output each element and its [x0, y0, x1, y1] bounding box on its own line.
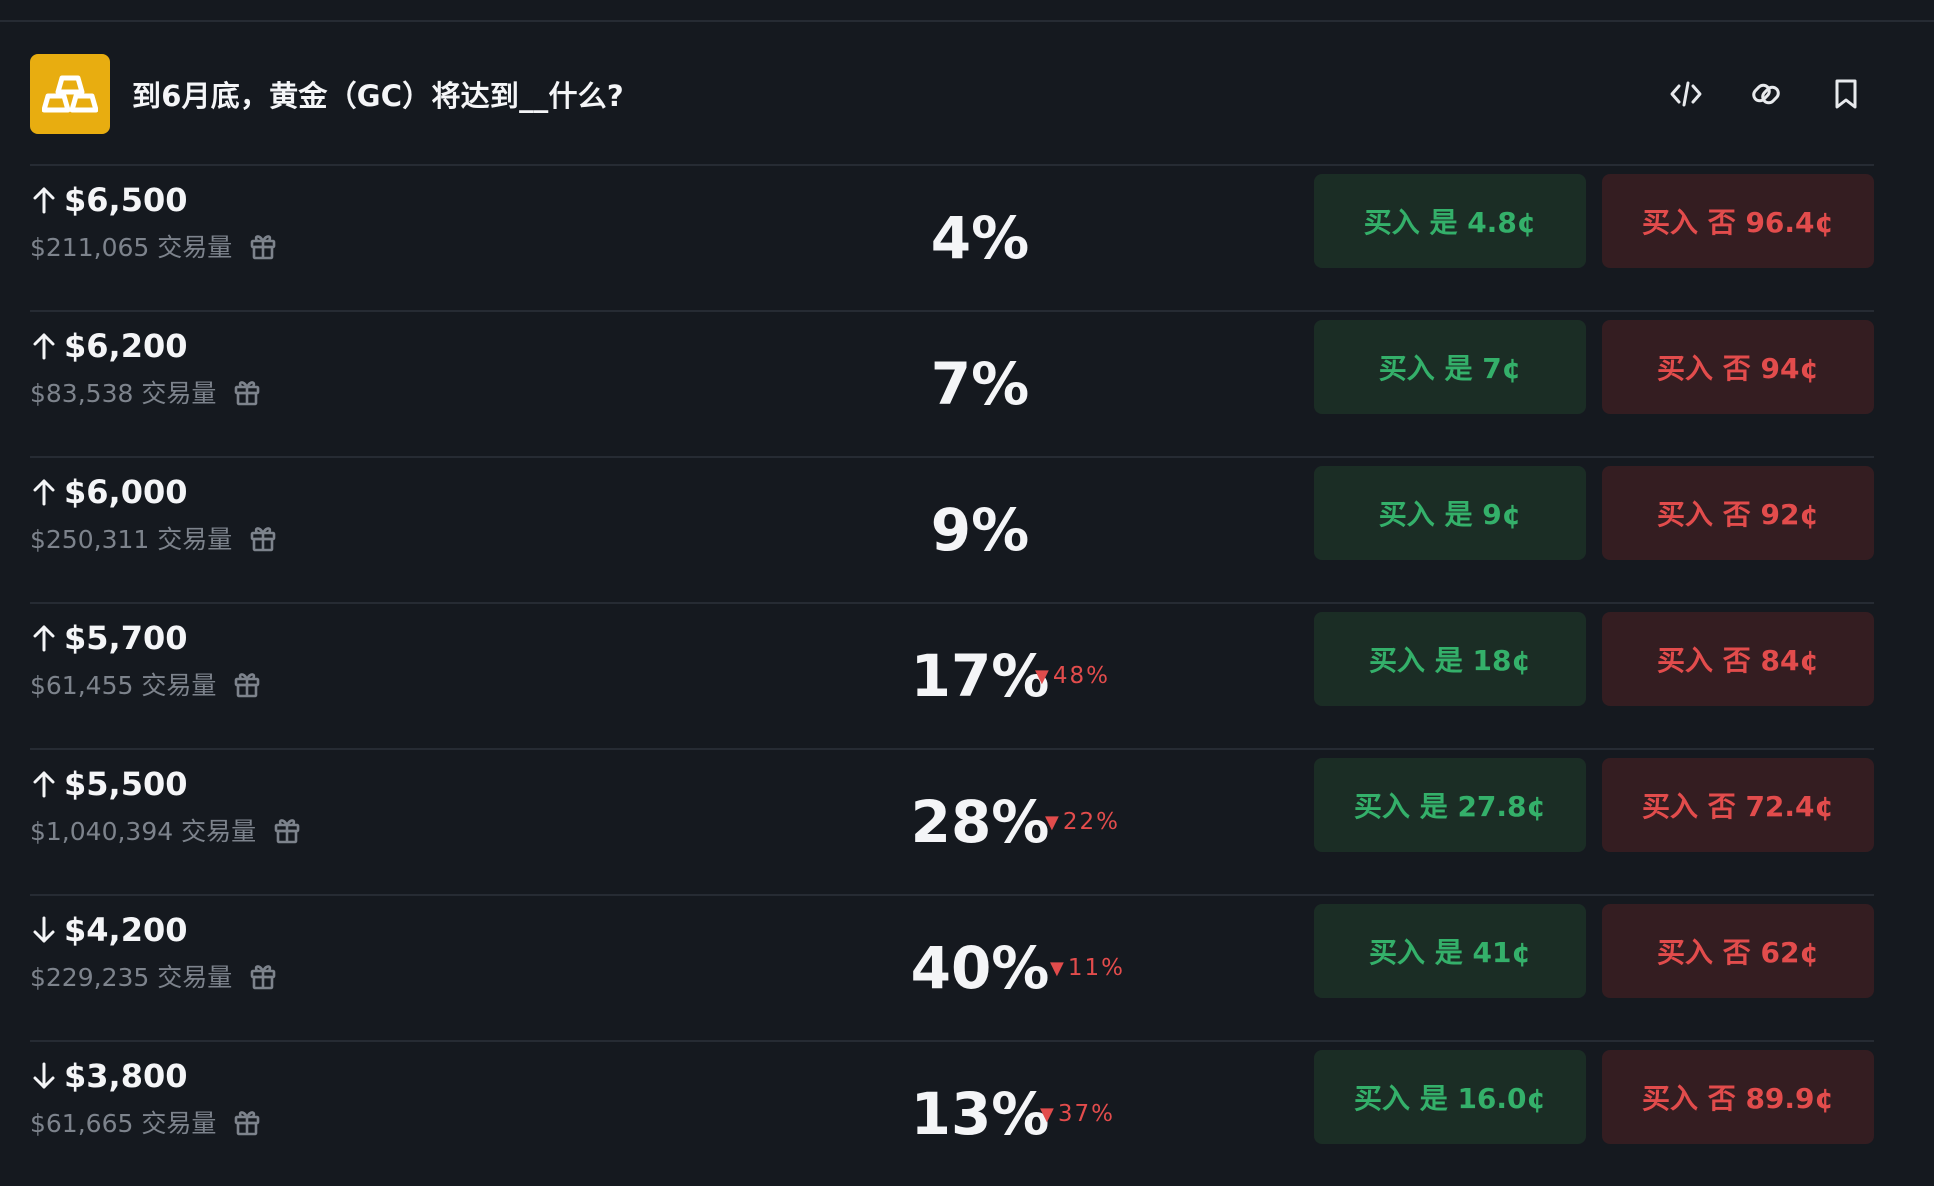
buy-yes-button[interactable]: 买入 是 27.8¢: [1314, 758, 1586, 852]
probability-change: ▼ 48%: [1035, 663, 1110, 689]
probability-percent: 4%: [930, 204, 1030, 272]
buy-yes-button[interactable]: 买入 是 7¢: [1314, 320, 1586, 414]
volume-text: $211,065 交易量: [30, 233, 233, 262]
copy-link-icon[interactable]: [1748, 76, 1784, 112]
strike-price: $3,800: [64, 1057, 188, 1095]
gift-icon[interactable]: [248, 231, 278, 261]
top-divider: [0, 0, 1934, 22]
volume-text: $61,665 交易量: [30, 1109, 217, 1138]
buy-yes-button[interactable]: 买入 是 18¢: [1314, 612, 1586, 706]
probability-change: ▼ 22%: [1045, 809, 1120, 835]
outcome-row[interactable]: $6,000 $250,311 交易量 9% 买入 是 9¢ 买入 否 92¢: [30, 456, 1874, 602]
buy-no-button[interactable]: 买入 否 62¢: [1602, 904, 1874, 998]
outcome-list: $6,500 $211,065 交易量 4% 买入 是 4.8¢ 买入 否 96.4¢ $…: [30, 164, 1874, 1186]
buy-yes-button[interactable]: 买入 是 41¢: [1314, 904, 1586, 998]
arrow-up-icon: [30, 331, 58, 361]
outcome-label: $6,500 $211,065 交易量: [30, 180, 278, 264]
market-header: 到6月底，黄金（GC）将达到__什么?: [30, 54, 1874, 134]
volume-text: $1,040,394 交易量: [30, 817, 257, 846]
probability-percent: 40%: [910, 934, 1050, 1002]
gift-icon[interactable]: [232, 669, 262, 699]
embed-code-icon[interactable]: [1668, 76, 1704, 112]
probability-change: ▼ 11%: [1050, 955, 1125, 981]
buy-yes-button[interactable]: 买入 是 16.0¢: [1314, 1050, 1586, 1144]
probability-percent: 17%: [910, 642, 1050, 710]
buy-no-button[interactable]: 买入 否 84¢: [1602, 612, 1874, 706]
gift-icon[interactable]: [272, 815, 302, 845]
market-title: 到6月底，黄金（GC）将达到__什么?: [132, 79, 624, 113]
down-triangle-icon: ▼: [1050, 957, 1064, 979]
arrow-up-icon: [30, 623, 58, 653]
strike-price: $6,500: [64, 181, 188, 219]
down-triangle-icon: ▼: [1035, 665, 1049, 687]
buy-yes-button[interactable]: 买入 是 9¢: [1314, 466, 1586, 560]
gift-icon[interactable]: [248, 523, 278, 553]
outcome-label: $5,500 $1,040,394 交易量: [30, 764, 302, 848]
outcome-row[interactable]: $6,500 $211,065 交易量 4% 买入 是 4.8¢ 买入 否 96.4¢: [30, 164, 1874, 310]
outcome-label: $3,800 $61,665 交易量: [30, 1056, 262, 1140]
buy-no-button[interactable]: 买入 否 94¢: [1602, 320, 1874, 414]
outcome-label: $5,700 $61,455 交易量: [30, 618, 262, 702]
bookmark-icon[interactable]: [1828, 76, 1864, 112]
gift-icon[interactable]: [232, 1107, 262, 1137]
buy-no-button[interactable]: 买入 否 96.4¢: [1602, 174, 1874, 268]
down-triangle-icon: ▼: [1040, 1103, 1054, 1125]
probability-change: ▼ 37%: [1040, 1101, 1115, 1127]
outcome-row[interactable]: $6,200 $83,538 交易量 7% 买入 是 7¢ 买入 否 94¢: [30, 310, 1874, 456]
probability-percent: 7%: [930, 350, 1030, 418]
probability-percent: 9%: [930, 496, 1030, 564]
arrow-down-icon: [30, 1061, 58, 1091]
buy-no-button[interactable]: 买入 否 72.4¢: [1602, 758, 1874, 852]
volume-text: $61,455 交易量: [30, 671, 217, 700]
arrow-up-icon: [30, 769, 58, 799]
buy-no-button[interactable]: 买入 否 89.9¢: [1602, 1050, 1874, 1144]
outcome-label: $6,200 $83,538 交易量: [30, 326, 262, 410]
down-triangle-icon: ▼: [1045, 811, 1059, 833]
strike-price: $6,000: [64, 473, 188, 511]
buy-yes-button[interactable]: 买入 是 4.8¢: [1314, 174, 1586, 268]
gold-bars-icon: [30, 54, 110, 134]
strike-price: $5,700: [64, 619, 188, 657]
arrow-up-icon: [30, 477, 58, 507]
outcome-label: $6,000 $250,311 交易量: [30, 472, 278, 556]
outcome-row[interactable]: $4,200 $229,235 交易量 40% ▼ 11% 买入 是 41¢ 买入 否 62…: [30, 894, 1874, 1040]
buy-no-button[interactable]: 买入 否 92¢: [1602, 466, 1874, 560]
arrow-up-icon: [30, 185, 58, 215]
strike-price: $5,500: [64, 765, 188, 803]
outcome-row[interactable]: $3,800 $61,665 交易量 13% ▼ 37% 买入 是 16.0¢ 买入 否 8…: [30, 1040, 1874, 1186]
outcome-label: $4,200 $229,235 交易量: [30, 910, 278, 994]
gift-icon[interactable]: [248, 961, 278, 991]
probability-percent: 28%: [910, 788, 1050, 856]
volume-text: $229,235 交易量: [30, 963, 233, 992]
probability-percent: 13%: [910, 1080, 1050, 1148]
outcome-row[interactable]: $5,700 $61,455 交易量 17% ▼ 48% 买入 是 18¢ 买入 否 84¢: [30, 602, 1874, 748]
volume-text: $83,538 交易量: [30, 379, 217, 408]
strike-price: $4,200: [64, 911, 188, 949]
arrow-down-icon: [30, 915, 58, 945]
strike-price: $6,200: [64, 327, 188, 365]
gift-icon[interactable]: [232, 377, 262, 407]
header-actions: [1668, 76, 1864, 112]
outcome-row[interactable]: $5,500 $1,040,394 交易量 28% ▼ 22% 买入 是 27.8¢ 买入 …: [30, 748, 1874, 894]
volume-text: $250,311 交易量: [30, 525, 233, 554]
